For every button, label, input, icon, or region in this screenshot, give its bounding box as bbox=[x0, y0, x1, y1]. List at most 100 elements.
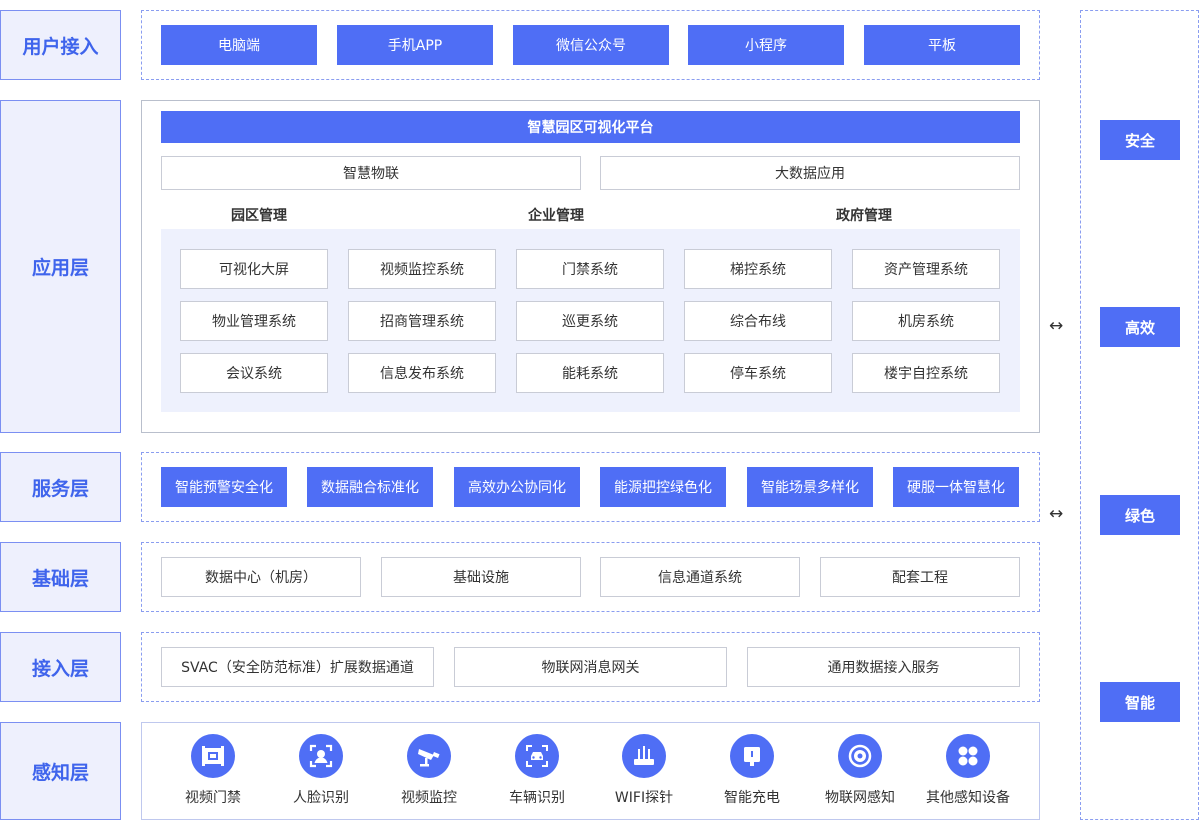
other-devices-icon bbox=[946, 734, 990, 778]
perception-item-door-access[interactable]: 视频门禁 bbox=[163, 734, 263, 807]
system-item[interactable]: 巡更系统 bbox=[516, 301, 664, 341]
system-item[interactable]: 能耗系统 bbox=[516, 353, 664, 393]
service-label: 数据融合标准化 bbox=[321, 480, 419, 496]
system-item[interactable]: 停车系统 bbox=[684, 353, 832, 393]
face-recognition-icon bbox=[299, 734, 343, 778]
user-access-item-tablet[interactable]: 平板 bbox=[864, 25, 1020, 65]
foundation-item[interactable]: 基础设施 bbox=[381, 557, 581, 597]
perception-item-smart-charging[interactable]: 智能充电 bbox=[702, 734, 802, 807]
access-label: 通用数据接入服务 bbox=[827, 660, 940, 676]
service-label: 硬服一体智慧化 bbox=[907, 480, 1005, 496]
perception-label: 智能充电 bbox=[724, 790, 780, 806]
perception-label: 视频门禁 bbox=[185, 790, 241, 806]
layer-label-user-access: 用户接入 bbox=[0, 10, 121, 80]
section-title-government-management: 政府管理 bbox=[836, 208, 892, 224]
access-label: SVAC（安全防范标准）扩展数据通道 bbox=[181, 660, 414, 676]
system-item[interactable]: 机房系统 bbox=[852, 301, 1000, 341]
system-item[interactable]: 视频监控系统 bbox=[348, 249, 496, 289]
section-title-enterprise-management: 企业管理 bbox=[528, 208, 584, 224]
system-item[interactable]: 楼宇自控系统 bbox=[852, 353, 1000, 393]
wifi-probe-icon bbox=[622, 734, 666, 778]
user-access-item-mobile-app[interactable]: 手机APP bbox=[337, 25, 493, 65]
system-label: 梯控系统 bbox=[730, 262, 786, 278]
service-item[interactable]: 智能场景多样化 bbox=[747, 467, 873, 507]
layer-label-application: 应用层 bbox=[0, 100, 121, 433]
perception-item-wifi-probe[interactable]: WIFI探针 bbox=[594, 734, 694, 807]
foundation-label: 基础设施 bbox=[453, 570, 509, 586]
feature-badge-efficiency: 高效 bbox=[1100, 307, 1180, 347]
service-label: 能源把控绿色化 bbox=[614, 480, 712, 496]
foundation-item[interactable]: 数据中心（机房） bbox=[161, 557, 361, 597]
perception-label: 其他感知设备 bbox=[926, 790, 1010, 806]
system-label: 楼宇自控系统 bbox=[884, 366, 968, 382]
vehicle-recognition-icon bbox=[515, 734, 559, 778]
system-item[interactable]: 可视化大屏 bbox=[180, 249, 328, 289]
smart-charging-icon bbox=[730, 734, 774, 778]
section-title-park-management: 园区管理 bbox=[231, 208, 287, 224]
perception-label: 物联网感知 bbox=[825, 790, 895, 806]
access-item-iot-gateway[interactable]: 物联网消息网关 bbox=[454, 647, 727, 687]
system-item[interactable]: 信息发布系统 bbox=[348, 353, 496, 393]
system-item[interactable]: 会议系统 bbox=[180, 353, 328, 393]
access-item-data-service[interactable]: 通用数据接入服务 bbox=[747, 647, 1020, 687]
user-access-item-pc[interactable]: 电脑端 bbox=[161, 25, 317, 65]
system-label: 资产管理系统 bbox=[884, 262, 968, 278]
foundation-label: 信息通道系统 bbox=[658, 570, 742, 586]
system-item[interactable]: 招商管理系统 bbox=[348, 301, 496, 341]
platform-title-bar: 智慧园区可视化平台 bbox=[161, 111, 1020, 143]
service-item[interactable]: 数据融合标准化 bbox=[307, 467, 433, 507]
system-item[interactable]: 物业管理系统 bbox=[180, 301, 328, 341]
feature-badge-green: 绿色 bbox=[1100, 495, 1180, 535]
service-label: 智能预警安全化 bbox=[175, 480, 273, 496]
sub-platform-iot[interactable]: 智慧物联 bbox=[161, 156, 581, 190]
access-label: 物联网消息网关 bbox=[541, 660, 640, 676]
layer-label-perception: 感知层 bbox=[0, 722, 121, 820]
perception-label: 车辆识别 bbox=[509, 790, 565, 806]
perception-label: 人脸识别 bbox=[293, 790, 349, 806]
foundation-item[interactable]: 信息通道系统 bbox=[600, 557, 800, 597]
layer-label-foundation: 基础层 bbox=[0, 542, 121, 612]
iot-sensor-icon bbox=[838, 734, 882, 778]
user-access-item-mini-program[interactable]: 小程序 bbox=[688, 25, 844, 65]
perception-item-other-devices[interactable]: 其他感知设备 bbox=[918, 734, 1018, 807]
connector-arrow-icon: ↔ bbox=[1049, 316, 1064, 336]
user-access-item-wechat[interactable]: 微信公众号 bbox=[513, 25, 669, 65]
foundation-label: 数据中心（机房） bbox=[205, 570, 317, 586]
access-item-svac-channel[interactable]: SVAC（安全防范标准）扩展数据通道 bbox=[161, 647, 434, 687]
system-label: 信息发布系统 bbox=[380, 366, 464, 382]
perception-item-vehicle-recognition[interactable]: 车辆识别 bbox=[487, 734, 587, 807]
sub-platform-big-data[interactable]: 大数据应用 bbox=[600, 156, 1020, 190]
system-item[interactable]: 资产管理系统 bbox=[852, 249, 1000, 289]
system-label: 门禁系统 bbox=[562, 262, 618, 278]
perception-item-iot-sensing[interactable]: 物联网感知 bbox=[810, 734, 910, 807]
system-label: 会议系统 bbox=[226, 366, 282, 382]
user-access-label: 微信公众号 bbox=[556, 38, 626, 54]
sub-platform-label: 大数据应用 bbox=[775, 166, 845, 182]
system-item[interactable]: 梯控系统 bbox=[684, 249, 832, 289]
service-item[interactable]: 高效办公协同化 bbox=[454, 467, 580, 507]
perception-item-surveillance[interactable]: 视频监控 bbox=[379, 734, 479, 807]
service-label: 智能场景多样化 bbox=[761, 480, 859, 496]
sub-platform-label: 智慧物联 bbox=[343, 166, 399, 182]
layer-label-service: 服务层 bbox=[0, 452, 121, 522]
perception-label: 视频监控 bbox=[401, 790, 457, 806]
foundation-item[interactable]: 配套工程 bbox=[820, 557, 1020, 597]
service-item[interactable]: 智能预警安全化 bbox=[161, 467, 287, 507]
system-label: 招商管理系统 bbox=[380, 314, 464, 330]
feature-badge-security: 安全 bbox=[1100, 120, 1180, 160]
foundation-label: 配套工程 bbox=[892, 570, 948, 586]
perception-label: WIFI探针 bbox=[614, 790, 674, 806]
system-label: 物业管理系统 bbox=[212, 314, 296, 330]
system-label: 能耗系统 bbox=[562, 366, 618, 382]
layer-label-access: 接入层 bbox=[0, 632, 121, 702]
service-item[interactable]: 硬服一体智慧化 bbox=[893, 467, 1019, 507]
service-label: 高效办公协同化 bbox=[468, 480, 566, 496]
user-access-label: 电脑端 bbox=[218, 38, 260, 54]
system-label: 机房系统 bbox=[898, 314, 954, 330]
system-item[interactable]: 综合布线 bbox=[684, 301, 832, 341]
service-item[interactable]: 能源把控绿色化 bbox=[600, 467, 726, 507]
system-label: 综合布线 bbox=[730, 314, 786, 330]
perception-item-face-recognition[interactable]: 人脸识别 bbox=[271, 734, 371, 807]
system-item[interactable]: 门禁系统 bbox=[516, 249, 664, 289]
connector-arrow-icon: ↔ bbox=[1049, 504, 1064, 524]
